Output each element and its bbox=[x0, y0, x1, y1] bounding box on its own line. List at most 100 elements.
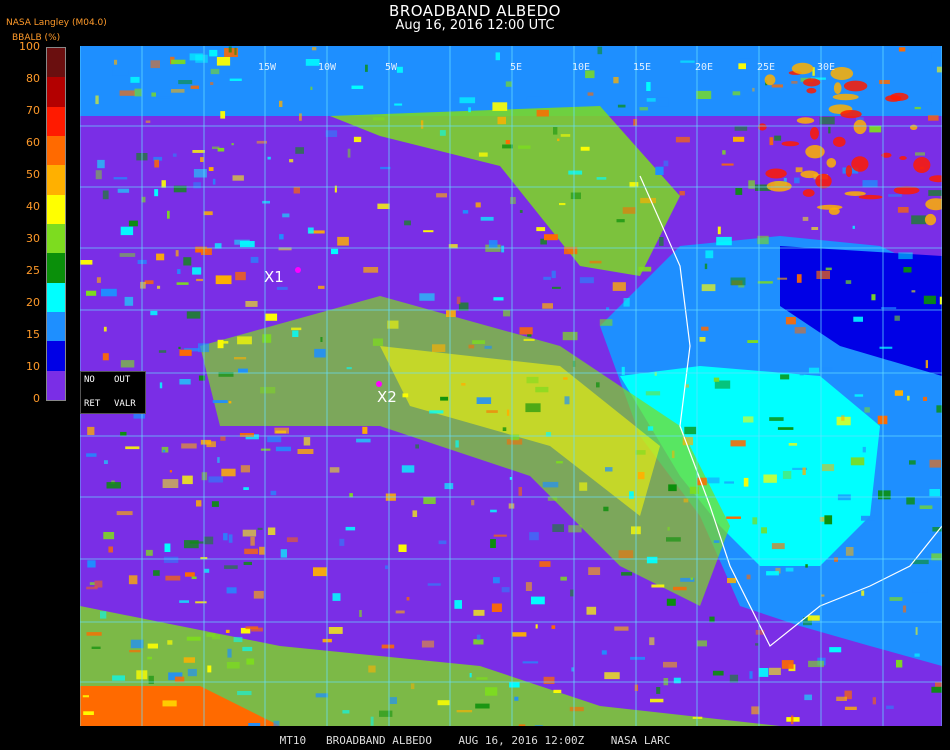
cloud-speckle bbox=[95, 170, 102, 180]
cloud-speckle bbox=[292, 330, 299, 337]
cloud-speckle bbox=[621, 366, 625, 375]
cloud-speckle bbox=[861, 590, 865, 596]
cloud-speckle bbox=[279, 100, 283, 107]
cloud-speckle bbox=[915, 627, 918, 635]
cloud-speckle bbox=[280, 549, 287, 558]
color-scale-tick-label: 25 bbox=[26, 264, 40, 277]
cloud-speckle bbox=[621, 572, 633, 576]
cloud-speckle bbox=[535, 386, 549, 393]
cloud-speckle bbox=[878, 490, 891, 500]
deep-cloud-blob bbox=[924, 213, 937, 226]
cloud-speckle bbox=[808, 660, 824, 668]
cloud-speckle bbox=[746, 574, 751, 580]
cloud-speckle bbox=[673, 677, 681, 684]
cloud-speckle bbox=[420, 120, 424, 129]
cloud-speckle bbox=[429, 410, 444, 414]
cloud-speckle bbox=[668, 484, 677, 492]
cloud-speckle bbox=[226, 587, 237, 594]
cloud-speckle bbox=[186, 311, 201, 319]
cloud-speckle bbox=[872, 697, 876, 705]
cloud-speckle bbox=[579, 277, 594, 284]
cloud-speckle bbox=[763, 474, 777, 483]
cloud-speckle bbox=[196, 500, 202, 507]
cloud-speckle bbox=[522, 661, 539, 664]
cloud-speckle bbox=[243, 561, 252, 565]
cloud-speckle bbox=[423, 496, 436, 504]
cloud-speckle bbox=[353, 136, 362, 143]
cloud-speckle bbox=[462, 210, 469, 214]
cloud-speckle bbox=[854, 394, 864, 397]
deep-cloud-blob bbox=[826, 158, 837, 168]
cloud-speckle bbox=[328, 627, 343, 634]
out-label: OUT bbox=[114, 375, 131, 385]
cloud-speckle bbox=[755, 643, 759, 646]
cloud-speckle bbox=[210, 68, 220, 75]
cloud-speckle bbox=[162, 479, 179, 488]
cloud-speckle bbox=[372, 338, 383, 346]
cloud-speckle bbox=[918, 102, 932, 105]
color-scale-segment bbox=[47, 341, 65, 371]
cloud-speckle bbox=[351, 85, 364, 89]
cloud-speckle bbox=[562, 331, 578, 341]
cloud-speckle bbox=[492, 102, 508, 111]
cloud-speckle bbox=[169, 470, 172, 473]
cloud-speckle bbox=[819, 116, 835, 125]
cloud-speckle bbox=[484, 345, 492, 349]
deep-cloud-blob bbox=[844, 191, 866, 197]
cloud-speckle bbox=[738, 50, 752, 59]
cloud-speckle bbox=[790, 715, 794, 725]
cloud-speckle bbox=[182, 475, 193, 485]
cloud-speckle bbox=[208, 476, 223, 483]
cloud-speckle bbox=[543, 276, 551, 280]
cloud-speckle bbox=[757, 281, 773, 284]
cloud-speckle bbox=[862, 446, 866, 453]
cloud-speckle bbox=[704, 263, 708, 270]
cloud-speckle bbox=[368, 665, 376, 673]
cloud-speckle bbox=[771, 84, 783, 88]
cloud-speckle bbox=[150, 60, 160, 69]
cloud-speckle bbox=[724, 481, 734, 484]
cloud-speckle bbox=[171, 59, 186, 65]
deep-cloud-blob bbox=[815, 173, 832, 189]
cloud-speckle bbox=[781, 660, 794, 669]
cloud-speckle bbox=[325, 130, 338, 137]
cloud-speckle bbox=[184, 540, 199, 549]
cloud-speckle bbox=[497, 116, 506, 125]
cloud-speckle bbox=[158, 350, 167, 353]
cloud-speckle bbox=[761, 527, 767, 534]
cloud-speckle bbox=[208, 167, 214, 171]
cloud-speckle bbox=[212, 400, 228, 403]
cloud-speckle bbox=[172, 153, 177, 157]
cloud-speckle bbox=[178, 346, 181, 349]
cloud-speckle bbox=[204, 568, 210, 573]
cloud-speckle bbox=[181, 443, 197, 449]
cloud-speckle bbox=[919, 505, 933, 509]
cloud-speckle bbox=[455, 440, 459, 448]
cloud-speckle bbox=[822, 464, 835, 472]
cloud-speckle bbox=[461, 383, 466, 386]
cloud-speckle bbox=[153, 570, 160, 576]
cloud-speckle bbox=[564, 396, 570, 405]
cloud-speckle bbox=[318, 285, 325, 289]
cloud-speckle bbox=[120, 226, 134, 236]
cloud-speckle bbox=[722, 150, 726, 155]
longitude-label: 25E bbox=[757, 62, 776, 73]
cloud-speckle bbox=[713, 377, 720, 382]
cloud-speckle bbox=[495, 52, 500, 61]
color-scale-tick-label: 70 bbox=[26, 104, 40, 117]
cloud-speckle bbox=[134, 88, 142, 97]
cloud-speckle bbox=[493, 297, 504, 301]
cloud-speckle bbox=[536, 109, 549, 117]
color-scale-tick-label: 80 bbox=[26, 72, 40, 85]
cloud-speckle bbox=[265, 313, 278, 321]
longitude-label: 10E bbox=[572, 62, 591, 73]
cloud-speckle bbox=[130, 639, 144, 649]
cloud-speckle bbox=[816, 270, 830, 279]
cloud-speckle bbox=[404, 220, 411, 226]
cloud-speckle bbox=[925, 360, 928, 369]
cloud-speckle bbox=[209, 49, 218, 57]
cloud-speckle bbox=[701, 326, 709, 331]
cloud-speckle bbox=[312, 47, 317, 51]
cloud-speckle bbox=[679, 191, 685, 196]
cloud-speckle bbox=[237, 336, 252, 345]
